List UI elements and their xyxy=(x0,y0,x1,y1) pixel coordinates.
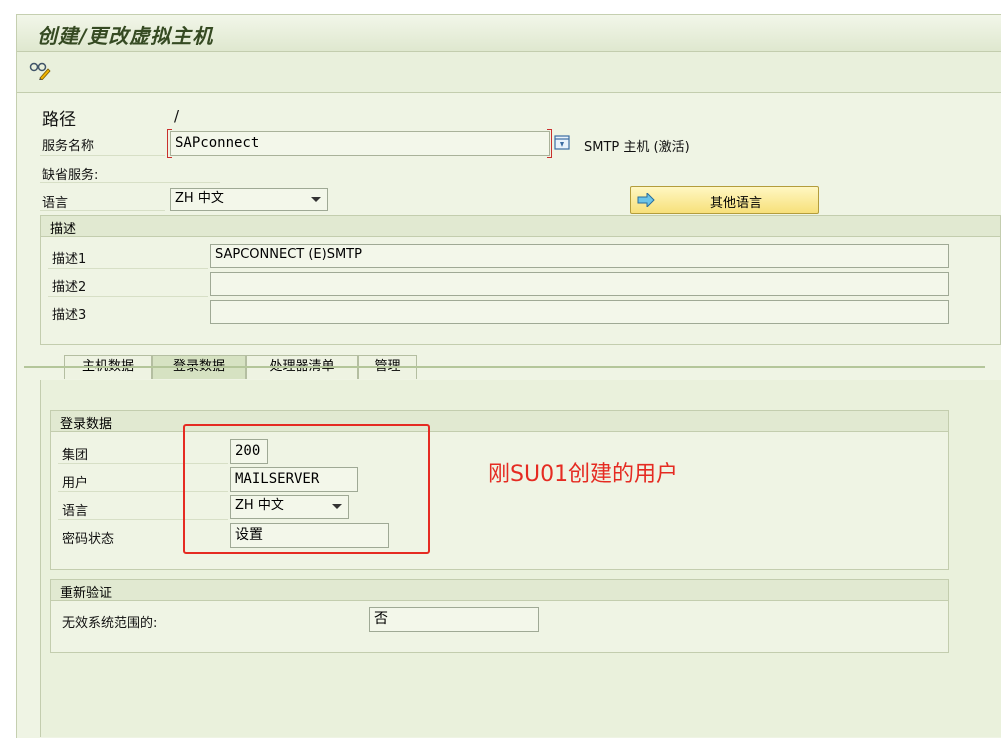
logon-data-title: 登录数据 xyxy=(60,417,113,432)
description-2-label: 描述2 xyxy=(52,280,87,295)
window-title: 创建/更改虚拟主机 xyxy=(37,24,214,48)
toolbar xyxy=(17,52,1001,93)
service-info-text: SMTP 主机 (激活) xyxy=(584,140,690,155)
display-change-glasses-icon[interactable] xyxy=(29,60,51,81)
user-label: 用户 xyxy=(62,476,89,491)
password-status-label: 密码状态 xyxy=(62,532,115,547)
annotation-highlight-box xyxy=(183,424,430,554)
path-value: / xyxy=(174,107,180,125)
other-languages-button[interactable]: 其他语言 xyxy=(630,186,819,214)
logon-language-label: 语言 xyxy=(62,504,89,519)
invalid-range-field: 否 xyxy=(369,607,539,632)
title-bar: 创建/更改虚拟主机 xyxy=(17,15,1001,52)
service-info-icon[interactable] xyxy=(554,134,572,152)
language-select-value: ZH 中文 xyxy=(175,191,224,206)
default-service-label: 缺省服务: xyxy=(42,168,99,183)
path-label: 路径 xyxy=(42,110,76,130)
invalid-range-label: 无效系统范围的: xyxy=(62,616,158,631)
annotation-text: 刚SU01创建的用户 xyxy=(488,462,679,487)
description-1-label: 描述1 xyxy=(52,252,87,267)
chevron-down-icon xyxy=(311,197,321,202)
description-title: 描述 xyxy=(50,222,77,237)
client-label: 集团 xyxy=(62,448,89,463)
other-languages-label: 其他语言 xyxy=(710,196,763,211)
service-name-label: 服务名称 xyxy=(42,139,95,154)
description-3-field[interactable] xyxy=(210,300,949,324)
language-label: 语言 xyxy=(42,196,69,211)
description-1-field[interactable]: SAPCONNECT (E)SMTP xyxy=(210,244,949,268)
language-select[interactable]: ZH 中文 xyxy=(170,188,328,211)
reauth-title: 重新验证 xyxy=(60,586,113,601)
description-3-label: 描述3 xyxy=(52,308,87,323)
description-2-field[interactable] xyxy=(210,272,949,296)
arrow-right-icon xyxy=(637,191,655,211)
service-name-field[interactable]: SAPconnect xyxy=(170,131,550,156)
